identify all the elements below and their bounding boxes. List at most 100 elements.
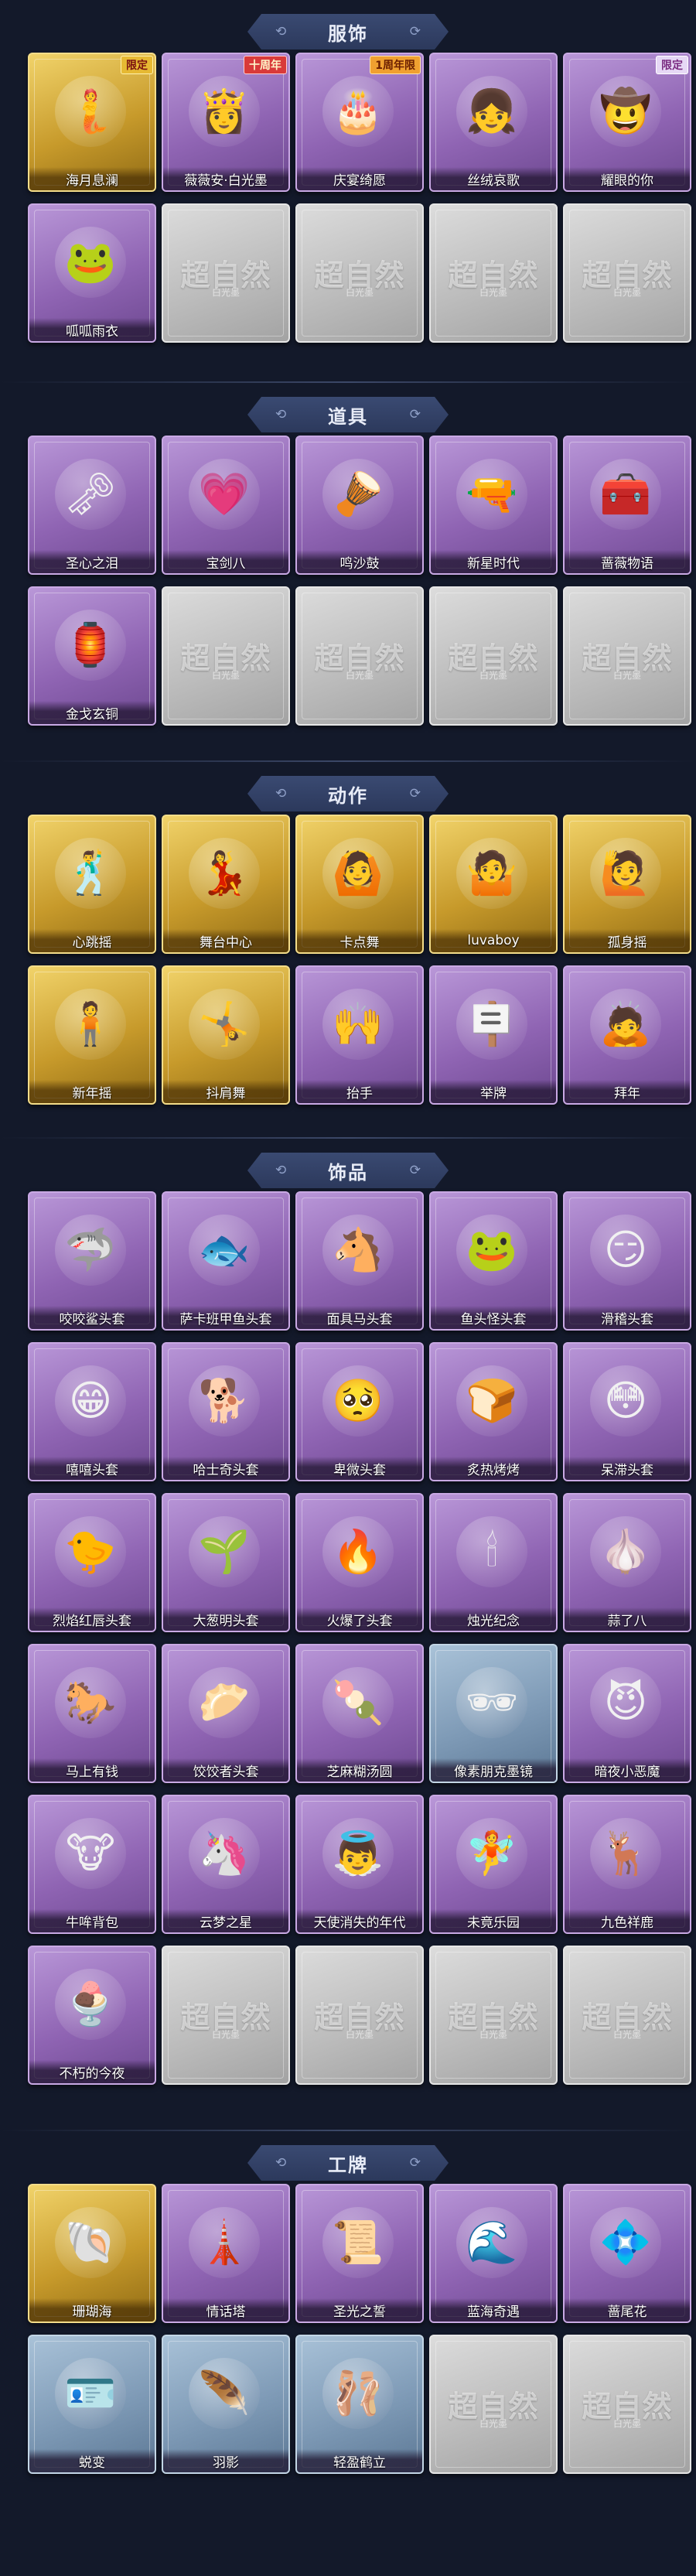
item-name: 宝剑八 [163, 550, 288, 573]
swirl-ornament-icon: ⟲ [275, 407, 287, 422]
limited-badge: 十周年 [244, 56, 287, 74]
item-card[interactable]: 🐸 呱呱雨衣 [28, 203, 156, 343]
placeholder-watermark-sub: 白光墨 [479, 2418, 507, 2429]
item-card[interactable]: 🙋 孤身摇 [563, 815, 691, 954]
item-name: 烈焰红唇头套 [29, 1607, 155, 1631]
item-card[interactable]: 🤷 luvaboy [429, 815, 558, 954]
item-card[interactable]: 🔥 火爆了头套 [295, 1493, 424, 1632]
item-card[interactable]: 🌊 蓝海奇遇 [429, 2184, 558, 2323]
item-card[interactable]: 🎂 1周年限 庆宴绮愿 [295, 53, 424, 192]
empty-item-slot: 超自然 白光墨 [162, 586, 290, 726]
item-card[interactable]: 🕯 烛光纪念 [429, 1493, 558, 1632]
item-card[interactable]: 🐚 珊瑚海 [28, 2184, 156, 2323]
item-card[interactable]: 🐤 烈焰红唇头套 [28, 1493, 156, 1632]
item-card[interactable]: 🕺 心跳摇 [28, 815, 156, 954]
item-card[interactable]: 🍨 不朽的今夜 [28, 1946, 156, 2085]
pose-figure-icon: 🤸 [189, 989, 260, 1060]
item-card[interactable]: 🙇 拜年 [563, 965, 691, 1105]
item-card[interactable]: 🪶 羽影 [162, 2335, 290, 2474]
pose-figure-icon: 🤷 [456, 838, 527, 909]
placeholder-watermark-sub: 白光墨 [211, 2029, 240, 2040]
heart-sword-icon: 💗 [189, 459, 260, 530]
raise-hand-icon: 🙌 [322, 989, 394, 1060]
horse-head-icon: 🐴 [322, 1215, 394, 1286]
item-card[interactable]: 🗝 圣心之泪 [28, 436, 156, 575]
empty-item-slot: 超自然 白光墨 [162, 203, 290, 343]
item-name: 情话塔 [163, 2298, 288, 2321]
section-title: 饰品 [328, 1161, 368, 1184]
item-card[interactable]: 🙌 抬手 [295, 965, 424, 1105]
toast-face-icon: 🍞 [456, 1365, 527, 1437]
item-name: 抬手 [297, 1080, 422, 1103]
item-name: 蒜了八 [565, 1607, 690, 1631]
item-card[interactable]: 🤠 限定 耀眼的你 [563, 53, 691, 192]
item-card[interactable]: 🦄 云梦之星 [162, 1795, 290, 1934]
item-card[interactable]: 🕶 像素朋克墨镜 [429, 1644, 558, 1783]
item-card[interactable]: 🩰 轻盈鹤立 [295, 2335, 424, 2474]
empty-item-slot: 超自然 白光墨 [563, 2335, 691, 2474]
item-card[interactable]: 😈 暗夜小恶魔 [563, 1644, 691, 1783]
item-card[interactable]: 👸 十周年 薇薇安·白光墨 [162, 53, 290, 192]
pixel-sunglasses-icon: 🕶 [456, 1667, 527, 1738]
item-card[interactable]: 🏮 金戈玄铜 [28, 586, 156, 726]
item-card[interactable]: 🐟 萨卡班甲鱼头套 [162, 1191, 290, 1331]
item-card[interactable]: 🙆 卡点舞 [295, 815, 424, 954]
placeholder-watermark-sub: 白光墨 [612, 287, 641, 298]
fishman-head-icon: 🐸 [456, 1215, 527, 1286]
item-card[interactable]: 🪪 蜕变 [28, 2335, 156, 2474]
item-card[interactable]: 🦌 九色祥鹿 [563, 1795, 691, 1934]
revolver-icon: 🔫 [456, 459, 527, 530]
item-name: 大葱明头套 [163, 1607, 288, 1631]
item-name: 蔷尾花 [565, 2298, 690, 2321]
item-card[interactable]: 👼 天使消失的年代 [295, 1795, 424, 1934]
swirl-ornament-icon: ⟳ [409, 24, 421, 39]
item-card[interactable]: 🐸 鱼头怪头套 [429, 1191, 558, 1331]
item-card[interactable]: 😳 呆滞头套 [563, 1342, 691, 1481]
item-card[interactable]: 😏 滑稽头套 [563, 1191, 691, 1331]
limited-badge: 1周年限 [370, 56, 421, 74]
item-name: 卑微头套 [297, 1457, 422, 1480]
item-name: 鱼头怪头套 [431, 1306, 556, 1329]
item-name: 呆滞头套 [565, 1457, 690, 1480]
item-card[interactable]: 🥟 饺饺者头套 [162, 1644, 290, 1783]
item-card[interactable]: 🌱 大葱明头套 [162, 1493, 290, 1632]
item-card[interactable]: 💗 宝剑八 [162, 436, 290, 575]
item-card[interactable]: 📜 圣光之誓 [295, 2184, 424, 2323]
item-name: 庆宴绮愿 [297, 167, 422, 190]
item-name: 丝绒哀歌 [431, 167, 556, 190]
item-card[interactable]: 🔫 新星时代 [429, 436, 558, 575]
item-card[interactable]: 😁 嘻嘻头套 [28, 1342, 156, 1481]
item-card[interactable]: 🥺 卑微头套 [295, 1342, 424, 1481]
item-card[interactable]: 🧄 蒜了八 [563, 1493, 691, 1632]
placeholder-watermark-sub: 白光墨 [211, 287, 240, 298]
tangyuan-head-icon: 🍡 [322, 1667, 394, 1738]
item-card[interactable]: 🧚 未竟乐园 [429, 1795, 558, 1934]
item-card[interactable]: 🐎 马上有钱 [28, 1644, 156, 1783]
item-card[interactable]: 🗼 情话塔 [162, 2184, 290, 2323]
item-card[interactable]: 🪘 鸣沙鼓 [295, 436, 424, 575]
item-card[interactable]: 🧜 限定 海月息澜 [28, 53, 156, 192]
item-card[interactable]: 👧 丝绒哀歌 [429, 53, 558, 192]
item-card[interactable]: 🐮 牛哞背包 [28, 1795, 156, 1934]
item-card[interactable]: 🍡 芝麻糊汤圆 [295, 1644, 424, 1783]
item-card[interactable]: 🧰 蔷薇物语 [563, 436, 691, 575]
item-name: 海月息澜 [29, 167, 155, 190]
item-name: 滑稽头套 [565, 1306, 690, 1329]
item-card[interactable]: 🐴 面具马头套 [295, 1191, 424, 1331]
item-card[interactable]: 🪧 举牌 [429, 965, 558, 1105]
unicorn-star-icon: 🦄 [189, 1818, 260, 1889]
reward-catalog-page: ⟲ 服饰 ⟳ 🧜 限定 海月息澜 👸 十周年 薇薇安·白光墨 🎂 1周年限 庆宴绮愿 👧 丝绒哀歌 🤠 限定耀… [0, 0, 696, 2576]
item-card[interactable]: 💠 蔷尾花 [563, 2184, 691, 2323]
feather-shadow-card-icon: 🪶 [189, 2358, 260, 2429]
item-card[interactable]: 🐕 哈士奇头套 [162, 1342, 290, 1481]
item-name: 举牌 [431, 1080, 556, 1103]
item-card[interactable]: 🤸 抖肩舞 [162, 965, 290, 1105]
item-card[interactable]: 🦈 咬咬鲨头套 [28, 1191, 156, 1331]
item-card[interactable]: 🍞 炙热烤烤 [429, 1342, 558, 1481]
pleading-face-icon: 🥺 [322, 1365, 394, 1437]
garlic-head-icon: 🧄 [590, 1516, 661, 1587]
item-card[interactable]: 💃 舞台中心 [162, 815, 290, 954]
scallion-head-icon: 🌱 [189, 1516, 260, 1587]
item-card[interactable]: 🧍 新年摇 [28, 965, 156, 1105]
item-name: 咬咬鲨头套 [29, 1306, 155, 1329]
